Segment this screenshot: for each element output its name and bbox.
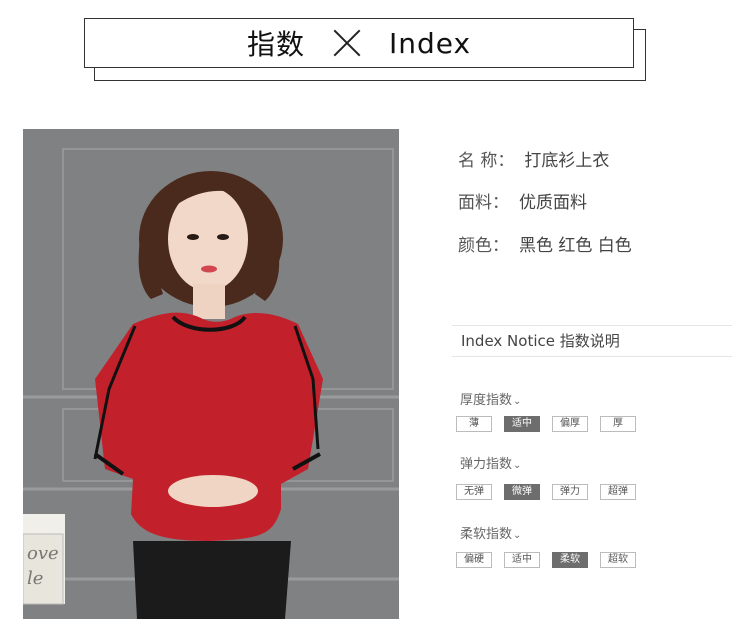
header-title-cn: 指数 bbox=[246, 28, 305, 61]
product-fabric-value: 优质面料 bbox=[519, 193, 587, 213]
model-illustration: ove le bbox=[23, 129, 399, 619]
softness-index-label: 柔软指数 bbox=[460, 527, 513, 542]
product-color-label: 颜色： bbox=[458, 236, 509, 256]
product-photo: ove le bbox=[23, 129, 399, 619]
header-title: 指数 Index bbox=[247, 23, 471, 63]
elasticity-index-title: 弹力指数⌄ bbox=[460, 453, 521, 472]
close-x-icon bbox=[333, 29, 361, 57]
thickness-option-thin: 薄 bbox=[456, 416, 492, 432]
chevron-down-icon: ⌄ bbox=[513, 460, 522, 471]
elasticity-option-slight: 微弹 bbox=[504, 484, 540, 500]
softness-option-super-soft: 超软 bbox=[600, 552, 636, 568]
thickness-index-label: 厚度指数 bbox=[460, 393, 513, 408]
product-name-value: 打底衫上衣 bbox=[524, 151, 610, 171]
chevron-down-icon: ⌄ bbox=[513, 530, 522, 541]
chevron-down-icon: ⌄ bbox=[513, 396, 522, 407]
svg-text:le: le bbox=[27, 568, 43, 589]
thickness-index-title: 厚度指数⌄ bbox=[460, 389, 521, 408]
softness-option-medium: 适中 bbox=[504, 552, 540, 568]
softness-option-soft: 柔软 bbox=[552, 552, 588, 568]
header-title-box: 指数 Index bbox=[84, 18, 634, 68]
elasticity-index-label: 弹力指数 bbox=[460, 457, 513, 472]
product-color-row: 颜色： 黑色 红色 白色 bbox=[458, 231, 632, 256]
notice-top-divider bbox=[452, 325, 732, 326]
elasticity-option-stretch: 弹力 bbox=[552, 484, 588, 500]
thickness-option-thickish: 偏厚 bbox=[552, 416, 588, 432]
elasticity-option-none: 无弹 bbox=[456, 484, 492, 500]
elasticity-option-super: 超弹 bbox=[600, 484, 636, 500]
notice-bottom-divider bbox=[452, 356, 732, 357]
softness-index-title: 柔软指数⌄ bbox=[460, 523, 521, 542]
header-title-en: Index bbox=[388, 26, 472, 60]
thickness-options: 薄 适中 偏厚 厚 bbox=[456, 416, 636, 432]
product-name-row: 名 称： 打底衫上衣 bbox=[458, 146, 609, 171]
softness-option-hard: 偏硬 bbox=[456, 552, 492, 568]
product-color-value: 黑色 红色 白色 bbox=[519, 236, 632, 256]
svg-text:ove: ove bbox=[27, 543, 59, 564]
elasticity-options: 无弹 微弹 弹力 超弹 bbox=[456, 484, 636, 500]
product-fabric-label: 面料： bbox=[458, 193, 509, 213]
thickness-option-medium: 适中 bbox=[504, 416, 540, 432]
softness-options: 偏硬 适中 柔软 超软 bbox=[456, 552, 636, 568]
notice-title: Index Notice 指数说明 bbox=[461, 332, 620, 350]
product-fabric-row: 面料： 优质面料 bbox=[458, 188, 587, 213]
thickness-option-thick: 厚 bbox=[600, 416, 636, 432]
product-name-label: 名 称： bbox=[458, 151, 515, 171]
